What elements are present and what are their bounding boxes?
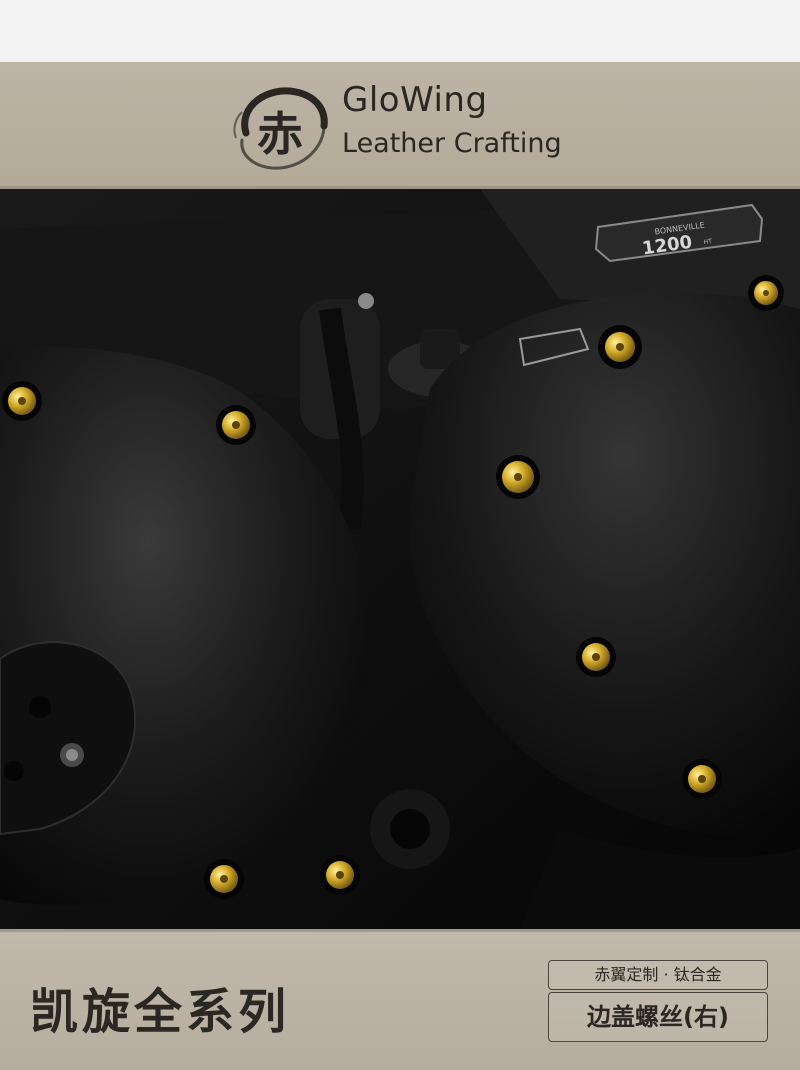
- material-tag: 赤翼定制 · 钛合金: [548, 960, 768, 990]
- gold-bolt-icon: [496, 455, 540, 499]
- engine-photo-illustration: BONNEVILLE 1200 HT: [0, 189, 800, 929]
- gold-bolt-icon: [682, 759, 722, 799]
- gold-bolt-icon: [598, 325, 642, 369]
- product-photo: BONNEVILLE 1200 HT: [0, 189, 800, 929]
- brand-subtitle: Leather Crafting: [342, 128, 562, 159]
- brand-name: GloWing: [342, 80, 488, 120]
- gold-bolt-icon: [576, 637, 616, 677]
- brand-logo-icon: 赤: [233, 87, 328, 170]
- series-title: 凯旋全系列: [30, 984, 291, 1040]
- gold-bolt-icon: [748, 275, 784, 311]
- top-strip: [0, 0, 800, 62]
- badge-suffix-text: HT: [703, 238, 712, 246]
- gold-bolt-icon: [216, 405, 256, 445]
- gold-bolt-icon: [2, 381, 42, 421]
- gold-bolt-icon: [204, 859, 244, 899]
- logo-glyph: 赤: [257, 107, 303, 161]
- product-name-tag: 边盖螺丝(右): [548, 992, 768, 1042]
- gold-bolt-icon: [320, 855, 360, 895]
